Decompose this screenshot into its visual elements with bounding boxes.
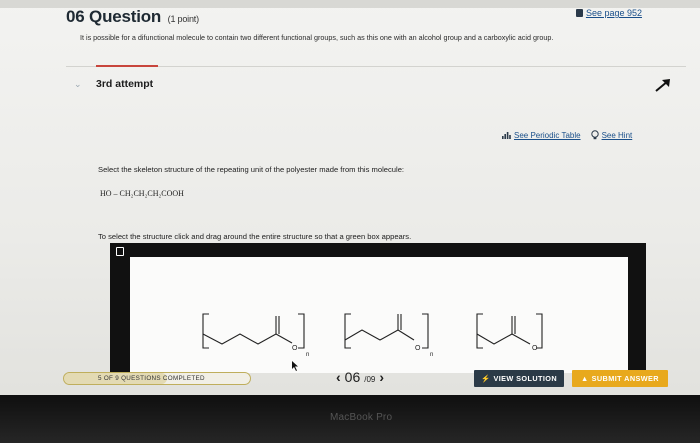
submit-answer-label: SUBMIT ANSWER [591, 374, 659, 383]
chevron-down-icon[interactable]: ⌄ [74, 79, 82, 90]
submit-answer-button[interactable]: ▲ SUBMIT ANSWER [572, 370, 668, 387]
attempt-label: 3rd attempt [96, 78, 154, 90]
hint-label: See Hint [601, 130, 633, 140]
screen: 06 Question (1 point) See page 952 It is… [0, 0, 700, 395]
repeat-subscript: n [430, 352, 433, 358]
lightbulb-icon [590, 130, 599, 140]
periodic-table-label: See Periodic Table [514, 130, 581, 140]
carbonyl-oxygen-label: O [292, 345, 298, 352]
attempt-indicator [96, 65, 158, 67]
drag-instruction: To select the structure click and drag a… [98, 232, 412, 241]
question-number: 06 [66, 7, 85, 26]
structure-option-3[interactable]: O [474, 300, 564, 362]
periodic-table-link[interactable]: See Periodic Table [502, 131, 581, 140]
document-icon[interactable] [116, 247, 124, 256]
book-icon [575, 9, 583, 17]
resource-tools: See Periodic Table See Hint [502, 130, 632, 140]
pager-total: /09 [364, 375, 376, 384]
prev-question-button[interactable]: ‹ [336, 369, 341, 385]
expand-arrow-icon[interactable] [654, 78, 672, 92]
device-brand: MacBook Pro [330, 412, 393, 423]
question-points: (1 point) [167, 14, 199, 24]
select-instruction: Select the skeleton structure of the rep… [98, 165, 405, 174]
structure-option-2[interactable]: O n [342, 300, 442, 362]
bolt-icon: ⚡ [480, 374, 491, 383]
submit-arrow-icon: ▲ [581, 374, 589, 383]
progress-bar: 5 OF 9 QUESTIONS COMPLETED [63, 372, 251, 385]
question-heading: 06 Question (1 point) [66, 7, 199, 27]
divider [66, 66, 686, 67]
next-question-button[interactable]: › [379, 369, 384, 385]
question-pager: ‹ 06 /09 › [336, 369, 384, 385]
structure-option-1[interactable]: O n [200, 300, 315, 362]
hint-link[interactable]: See Hint [590, 130, 633, 140]
carbonyl-oxygen-label: O [415, 345, 421, 352]
progress-label: 5 OF 9 QUESTIONS COMPLETED [98, 375, 205, 382]
question-prompt: It is possible for a difunctional molecu… [80, 33, 554, 42]
repeat-subscript: n [306, 352, 309, 358]
question-title: Question [89, 7, 162, 26]
molecule-formula: HO – CH₂CH₂CH₂COOH [100, 189, 184, 198]
see-page-link[interactable]: See page 952 [575, 8, 642, 18]
see-page-label: See page 952 [585, 8, 642, 18]
view-solution-button[interactable]: ⚡ VIEW SOLUTION [474, 370, 564, 387]
view-solution-label: VIEW SOLUTION [493, 374, 558, 383]
pager-current: 06 [344, 369, 361, 385]
bar-chart-icon [502, 132, 511, 139]
